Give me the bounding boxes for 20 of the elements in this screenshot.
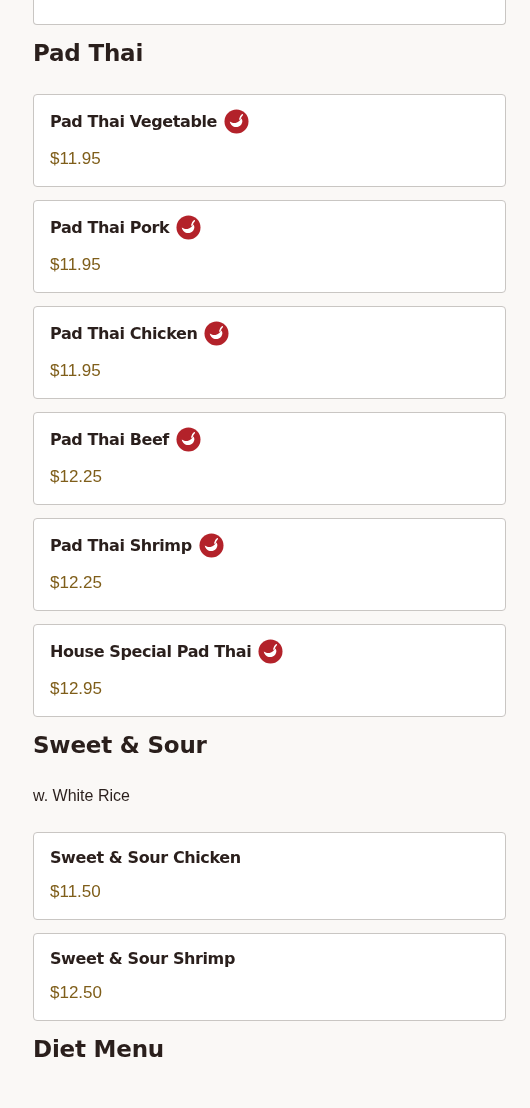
- item-price: $11.95: [50, 148, 102, 170]
- item-price: $11.50: [50, 881, 102, 903]
- item-price: $12.25: [50, 572, 103, 594]
- item-price: $12.95: [50, 678, 103, 700]
- item-price: $11.95: [50, 254, 102, 276]
- item-name: Pad Thai Beef: [50, 430, 169, 449]
- section-note: w. White Rice: [33, 786, 131, 806]
- item-name: Pad Thai Pork: [50, 218, 170, 237]
- item-price: $12.50: [50, 982, 103, 1004]
- item-name: House Special Pad Thai: [50, 642, 252, 661]
- item-name: Pad Thai Vegetable: [50, 112, 217, 131]
- item-price: $12.25: [50, 466, 103, 488]
- item-price: $11.95: [50, 360, 102, 382]
- section-heading: Diet Menu: [33, 1035, 165, 1064]
- item-name: Pad Thai Chicken: [50, 324, 198, 343]
- item-name: Sweet & Sour Chicken: [50, 847, 241, 867]
- item-name: Sweet & Sour Shrimp: [50, 948, 235, 968]
- item-name: Pad Thai Shrimp: [50, 536, 192, 555]
- section-heading: Sweet & Sour: [33, 731, 208, 760]
- section-heading: Pad Thai: [33, 39, 145, 68]
